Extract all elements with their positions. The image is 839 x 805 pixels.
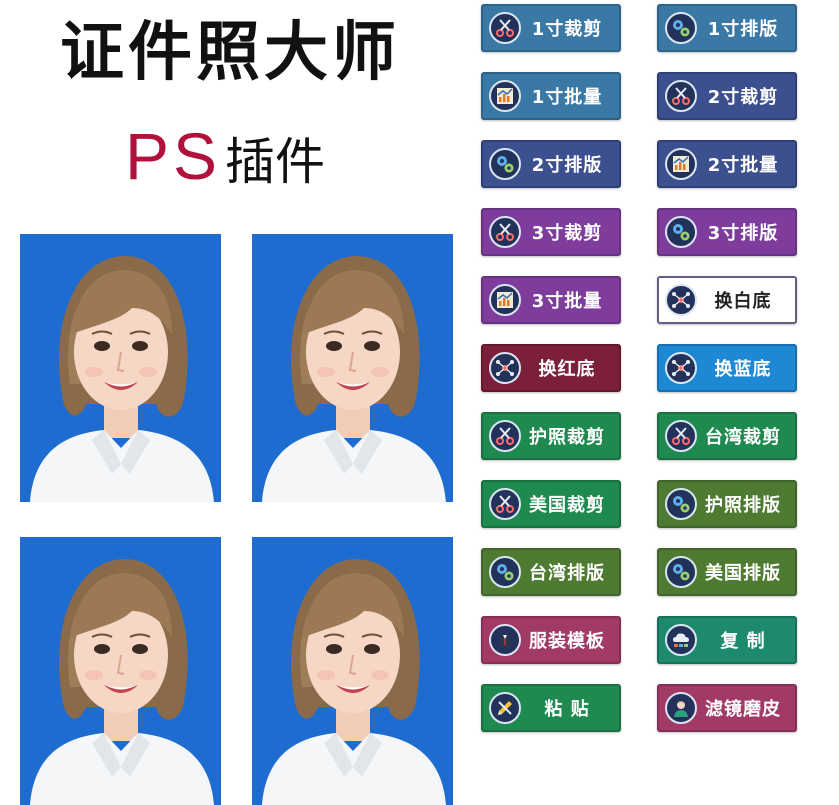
button-label: 复 制 <box>720 631 766 652</box>
scissors-icon <box>489 488 521 520</box>
id-photo <box>252 537 453 805</box>
button-label: 粘 贴 <box>544 699 590 720</box>
button-label: 1寸裁剪 <box>531 19 603 40</box>
button-label: 台湾裁剪 <box>705 427 781 448</box>
button-label: 护照排版 <box>705 495 781 516</box>
button-13[interactable]: 护照裁剪 <box>481 412 621 460</box>
chart-icon <box>489 80 521 112</box>
button-21[interactable]: 粘 贴 <box>481 684 621 732</box>
gears-icon <box>665 488 697 520</box>
button-label: 3寸排版 <box>707 223 779 244</box>
button-label: 滤镜磨皮 <box>705 699 781 720</box>
network-icon <box>665 284 697 316</box>
scissors-icon <box>665 80 697 112</box>
button-2[interactable]: 1寸排版 <box>657 4 797 52</box>
chart-icon <box>489 284 521 316</box>
button-1[interactable]: 1寸裁剪 <box>481 4 621 52</box>
button-label: 服装模板 <box>529 631 605 652</box>
button-label: 美国排版 <box>705 563 781 584</box>
button-label: 2寸批量 <box>707 155 779 176</box>
button-label: 台湾排版 <box>529 563 605 584</box>
subtitle-plugin: 插件 <box>225 133 326 191</box>
button-label: 美国裁剪 <box>529 495 605 516</box>
id-photo <box>20 537 221 805</box>
button-label: 2寸排版 <box>531 155 603 176</box>
person-icon <box>665 692 697 724</box>
subtitle: PS 插件 <box>125 118 325 194</box>
button-14[interactable]: 台湾裁剪 <box>657 412 797 460</box>
button-3[interactable]: 1寸批量 <box>481 72 621 120</box>
button-10[interactable]: 换白底 <box>657 276 797 324</box>
gears-icon <box>489 556 521 588</box>
button-19[interactable]: 服装模板 <box>481 616 621 664</box>
scissors-icon <box>489 12 521 44</box>
scissors-icon <box>489 216 521 248</box>
gears-icon <box>665 12 697 44</box>
button-11[interactable]: 换红底 <box>481 344 621 392</box>
button-5[interactable]: 2寸排版 <box>481 140 621 188</box>
button-8[interactable]: 3寸排版 <box>657 208 797 256</box>
pencil-icon <box>489 692 521 724</box>
id-photo <box>20 234 221 502</box>
button-label: 1寸批量 <box>531 87 603 108</box>
gears-icon <box>665 556 697 588</box>
suit-icon <box>489 624 521 656</box>
scissors-icon <box>665 420 697 452</box>
button-label: 护照裁剪 <box>529 427 605 448</box>
scissors-icon <box>489 420 521 452</box>
button-4[interactable]: 2寸裁剪 <box>657 72 797 120</box>
button-17[interactable]: 台湾排版 <box>481 548 621 596</box>
button-label: 3寸批量 <box>531 291 603 312</box>
button-15[interactable]: 美国裁剪 <box>481 480 621 528</box>
button-label: 换白底 <box>714 291 772 312</box>
button-7[interactable]: 3寸裁剪 <box>481 208 621 256</box>
button-22[interactable]: 滤镜磨皮 <box>657 684 797 732</box>
button-6[interactable]: 2寸批量 <box>657 140 797 188</box>
network-icon <box>665 352 697 384</box>
button-16[interactable]: 护照排版 <box>657 480 797 528</box>
button-label: 1寸排版 <box>707 19 779 40</box>
button-18[interactable]: 美国排版 <box>657 548 797 596</box>
button-label: 3寸裁剪 <box>531 223 603 244</box>
gears-icon <box>489 148 521 180</box>
cloud-icon <box>665 624 697 656</box>
button-20[interactable]: 复 制 <box>657 616 797 664</box>
subtitle-ps: PS <box>125 119 222 193</box>
network-icon <box>489 352 521 384</box>
button-9[interactable]: 3寸批量 <box>481 276 621 324</box>
button-label: 2寸裁剪 <box>707 87 779 108</box>
gears-icon <box>665 216 697 248</box>
id-photo <box>252 234 453 502</box>
button-label: 换红底 <box>538 359 596 380</box>
app-title: 证件照大师 <box>60 15 400 90</box>
button-label: 换蓝底 <box>714 359 772 380</box>
chart-icon <box>665 148 697 180</box>
button-12[interactable]: 换蓝底 <box>657 344 797 392</box>
